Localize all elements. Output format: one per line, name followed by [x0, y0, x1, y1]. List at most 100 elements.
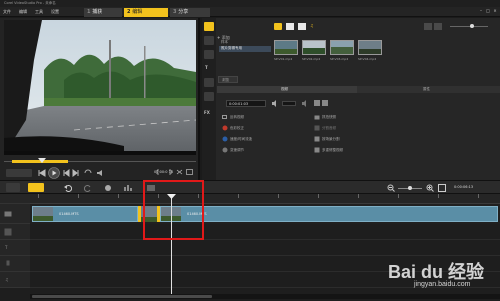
library-panel: T FX + 添加 样本 照片剪辑专用 ♫ SP-V01.mp4 SP-V02.… [202, 18, 500, 180]
split-clip-icon[interactable] [176, 169, 183, 175]
step-forward-icon[interactable] [72, 169, 80, 177]
palette-icon [222, 125, 228, 131]
redo-icon[interactable] [84, 184, 92, 192]
media-thumbnail-grid: SP-V01.mp4 SP-V02.mp4 SP-V03.mp4 SP-V04.… [274, 40, 394, 64]
video-options-panel: 0:00:01:03 反转视频 色彩校正 速度/时间流逝 变速调节 抓拍快照 分… [218, 96, 500, 180]
repeat-icon[interactable] [84, 169, 92, 177]
volume-field[interactable] [282, 101, 296, 106]
thumbnail-size-handle[interactable] [470, 24, 474, 28]
tab-capture-label: 捕获 [92, 9, 103, 15]
close-button[interactable]: × [492, 8, 498, 13]
mark-out-icon[interactable] [166, 169, 172, 175]
duration-value: 0:00:01:03 [229, 102, 249, 106]
tab-attribute-options[interactable]: 属性 [359, 86, 499, 93]
reverse-video-label: 反转视频 [230, 115, 244, 119]
media-thumbnail[interactable] [330, 40, 354, 55]
list-view-icon[interactable] [424, 23, 432, 30]
library-toolbar: ♫ [274, 22, 500, 32]
minimize-button[interactable]: – [478, 8, 484, 13]
play-icon[interactable] [48, 167, 60, 179]
title-icon[interactable]: T [205, 65, 208, 70]
tab-share[interactable]: 3 分享 [170, 8, 210, 17]
timeline-clip[interactable]: 01460.MTS [32, 206, 138, 222]
multi-trim-icon [314, 147, 320, 153]
maximize-button[interactable]: □ [485, 8, 491, 13]
graphic-icon[interactable] [204, 78, 214, 87]
media-thumbnail[interactable] [274, 40, 298, 55]
record-capture-icon[interactable] [104, 184, 112, 192]
scrollbar-thumb[interactable] [32, 295, 212, 298]
menu-settings[interactable]: 设置 [51, 9, 59, 15]
multi-trim-label: 多重修整视频 [322, 148, 343, 152]
timeline-clip[interactable]: 01460.MTS [160, 206, 498, 222]
add-folder-button[interactable]: + 添加 [217, 24, 267, 40]
undo-icon[interactable] [64, 184, 72, 192]
video-track: 01460.MTS 01460.MTS [30, 204, 500, 224]
speed-icon [222, 136, 228, 142]
zoom-slider-handle[interactable] [408, 186, 412, 190]
clip-label: 01460.MTS [59, 212, 79, 216]
mark-in-icon[interactable] [156, 169, 162, 175]
timeline-timecode[interactable]: 0:00:06:13 [454, 185, 473, 189]
timeline-ruler[interactable] [30, 194, 500, 204]
menu-edit[interactable]: 编辑 [19, 9, 27, 15]
overlay-track [30, 224, 500, 240]
show-photo-icon[interactable] [298, 23, 306, 30]
tab-edit[interactable]: 2 编辑 [124, 8, 168, 17]
fx-icon[interactable]: FX [204, 110, 210, 115]
instant-project-icon[interactable] [204, 36, 214, 45]
tab-capture[interactable]: 1 捕获 [84, 8, 122, 17]
menu-file[interactable]: 文件 [3, 9, 11, 15]
zoom-in-icon[interactable] [426, 184, 434, 192]
thumbnail-view-icon[interactable] [434, 23, 442, 30]
mute-icon[interactable] [302, 100, 310, 107]
sound-mixer-icon[interactable] [124, 184, 134, 192]
show-audio-icon[interactable]: ♫ [310, 23, 314, 28]
menu-tools[interactable]: 工具 [35, 9, 43, 15]
variable-speed-label: 变速调节 [230, 148, 244, 152]
timeline-toolbar: 0:00:06:13 [0, 180, 500, 194]
title-bar: Corel VideoStudio Pro - 未命名 [0, 0, 500, 7]
filter-icon[interactable] [204, 92, 214, 101]
color-correction-label: 色彩校正 [230, 126, 244, 130]
home-icon[interactable] [38, 169, 46, 177]
watermark-url: jingyan.baidu.com [414, 281, 471, 288]
split-audio-icon [314, 125, 320, 131]
baidu-watermark: Bai du 经验 jingyan.baidu.com [388, 258, 498, 298]
browse-button[interactable]: 浏览 [218, 76, 238, 83]
playhead-marker[interactable] [38, 158, 46, 164]
title-track [30, 240, 500, 256]
folder-item-sample[interactable]: 样本 [221, 40, 228, 44]
zoom-out-icon[interactable] [387, 184, 395, 192]
road-scene-image [4, 20, 196, 155]
track-header-voice [0, 256, 30, 272]
track-header-video [0, 204, 30, 224]
tab-video-options[interactable]: 视频 [217, 86, 357, 93]
tab-share-label: 分享 [178, 9, 189, 15]
preview-scrubber[interactable] [4, 158, 196, 164]
folder-icon[interactable] [274, 23, 282, 30]
voice-track-icon [6, 260, 10, 266]
transition-icon[interactable] [204, 50, 214, 59]
fit-project-icon[interactable] [438, 184, 446, 192]
folder-item-selected[interactable]: 照片剪辑专用 [219, 46, 271, 52]
media-thumbnail[interactable] [302, 40, 326, 55]
duration-field[interactable]: 0:00:01:03 [226, 100, 266, 107]
thumbnail-size-slider[interactable] [450, 26, 488, 27]
show-video-icon[interactable] [286, 23, 294, 30]
media-thumbnail[interactable] [358, 40, 382, 55]
video-preview [4, 20, 196, 155]
volume-icon[interactable] [272, 100, 278, 107]
fade-in-icon[interactable] [314, 100, 320, 106]
snapshot-label: 抓拍快照 [322, 115, 336, 119]
timeline-view-button[interactable] [28, 183, 44, 192]
fade-out-icon[interactable] [322, 100, 328, 106]
project-clip-toggle[interactable] [6, 169, 32, 177]
fullscreen-icon[interactable] [186, 169, 193, 175]
storyboard-view-button[interactable] [6, 183, 20, 192]
media-category-icon[interactable] [204, 22, 214, 31]
volume-icon[interactable] [96, 169, 104, 177]
video-option-list-right: 抓拍快照 分割音频 按场景分割 多重修整视频 [314, 114, 424, 174]
step-back-icon[interactable] [62, 169, 70, 177]
options-tab-strip: 视频 属性 [217, 86, 500, 93]
